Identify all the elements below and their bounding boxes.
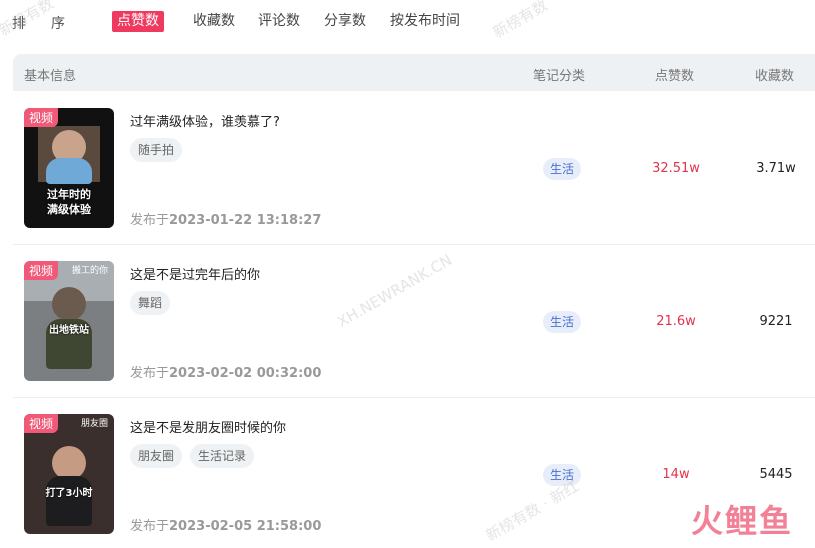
sort-by-shares-button[interactable]: 分享数	[324, 11, 366, 32]
cover-thumbnail[interactable]: 视频 搬工的你 出地铁站	[24, 261, 114, 381]
cover-caption: 满级体验	[47, 203, 91, 216]
sort-by-comments-button[interactable]: 评论数	[258, 11, 300, 32]
column-header-likes[interactable]: 点赞数	[655, 65, 694, 84]
cover-caption: 朋友圈	[80, 419, 108, 429]
cover-caption: 搬工的你	[71, 266, 108, 276]
sort-by-favorites-button[interactable]: 收藏数	[193, 11, 235, 32]
video-badge: 视频	[24, 261, 59, 280]
tag-chip[interactable]: 舞蹈	[130, 291, 171, 315]
table-row[interactable]: 视频 搬工的你 出地铁站 这是不是过完年后的你 舞蹈 发布于2023-02-02…	[13, 245, 815, 398]
category-badge: 生活	[543, 311, 582, 333]
cover-caption: 打了3小时	[45, 488, 93, 499]
table-header: 基本信息 笔记分类 点赞数 收藏数	[13, 54, 815, 91]
likes-count: 32.51w	[652, 161, 700, 176]
favorites-count: 3.71w	[756, 161, 796, 176]
column-header-category: 笔记分类	[533, 69, 586, 84]
tag-chip[interactable]: 随手拍	[130, 138, 183, 162]
likes-count: 14w	[662, 467, 690, 482]
sort-bar: 排 序 点赞数 收藏数 评论数 分享数 按发布时间	[0, 0, 815, 44]
column-header-favorites[interactable]: 收藏数	[755, 65, 794, 84]
sort-by-publish-time-button[interactable]: 按发布时间	[390, 11, 460, 32]
cover-person	[52, 287, 86, 321]
cover-person	[52, 446, 86, 480]
column-header-basic-info: 基本信息	[24, 69, 77, 84]
cover-caption: 出地铁站	[49, 325, 89, 336]
sort-by-likes-button[interactable]: 点赞数	[112, 11, 164, 32]
publish-time: 发布于2023-01-22 13:18:27	[130, 213, 322, 228]
favorites-count: 5445	[759, 467, 793, 482]
favorites-count: 9221	[759, 314, 793, 329]
note-title[interactable]: 这是不是过完年后的你	[130, 264, 260, 283]
sort-label: 排	[12, 16, 26, 32]
note-title[interactable]: 过年满级体验，谁羡慕了?	[130, 111, 280, 130]
brand-logo: 火鲤鱼	[690, 502, 793, 540]
video-badge: 视频	[24, 108, 59, 127]
publish-time: 发布于2023-02-02 00:32:00	[130, 366, 322, 381]
sort-label: 序	[51, 16, 65, 32]
table-row[interactable]: 视频 过年时的 满级体验 过年满级体验，谁羡慕了? 随手拍 发布于2023-01…	[13, 92, 815, 245]
cover-thumbnail[interactable]: 视频 过年时的 满级体验	[24, 108, 114, 228]
category-badge: 生活	[543, 464, 582, 486]
cover-caption: 过年时的	[47, 188, 91, 201]
video-badge: 视频	[24, 414, 59, 433]
category-badge: 生活	[543, 158, 582, 180]
tag-chip[interactable]: 生活记录	[190, 444, 255, 468]
tag-chip[interactable]: 朋友圈	[130, 444, 183, 468]
publish-time: 发布于2023-02-05 21:58:00	[130, 519, 322, 534]
likes-count: 21.6w	[656, 314, 696, 329]
cover-thumbnail[interactable]: 视频 朋友圈 打了3小时	[24, 414, 114, 534]
note-title[interactable]: 这是不是发朋友圈时候的你	[130, 417, 286, 436]
